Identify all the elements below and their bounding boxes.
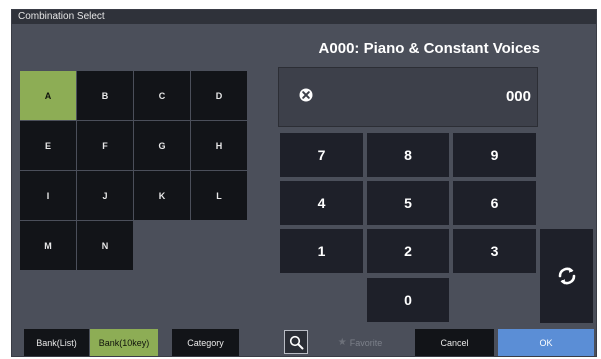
favorite-label: Favorite (349, 337, 383, 348)
bank-button-n[interactable]: N (77, 221, 133, 270)
bank-button-c[interactable]: C (134, 71, 190, 120)
search-button[interactable] (284, 330, 308, 354)
key-2[interactable]: 2 (367, 229, 449, 273)
bank-button-a[interactable]: A (20, 71, 76, 120)
key-9[interactable]: 9 (453, 133, 536, 177)
bank-button-b[interactable]: B (77, 71, 133, 120)
bank-button-g[interactable]: G (134, 121, 190, 170)
cancel-button[interactable]: Cancel (415, 329, 494, 356)
ok-button[interactable]: OK (498, 329, 594, 356)
bank-button-m[interactable]: M (20, 221, 76, 270)
star-icon: ★ (337, 337, 347, 348)
category-button[interactable]: Category (172, 329, 239, 356)
bank-button-j[interactable]: J (77, 171, 133, 220)
combination-number: 000 (505, 88, 531, 105)
bank-button-f[interactable]: F (77, 121, 133, 170)
dialog-title: Combination Select (12, 10, 596, 24)
key-1[interactable]: 1 (280, 229, 363, 273)
key-8[interactable]: 8 (367, 133, 449, 177)
bank-10key-button[interactable]: Bank(10key) (90, 329, 158, 356)
combination-select-dialog: Combination Select A000: Piano & Constan… (11, 9, 597, 357)
key-6[interactable]: 6 (453, 181, 536, 225)
bank-button-i[interactable]: I (20, 171, 76, 220)
bank-list-button[interactable]: Bank(List) (24, 329, 89, 356)
combination-name: A000: Piano & Constant Voices (318, 40, 540, 57)
refresh-icon (558, 267, 575, 285)
bank-button-k[interactable]: K (134, 171, 190, 220)
bank-button-l[interactable]: L (191, 171, 247, 220)
key-5[interactable]: 5 (367, 181, 449, 225)
favorite-button[interactable]: ★ Favorite (330, 329, 390, 356)
bank-button-d[interactable]: D (191, 71, 247, 120)
bank-button-e[interactable]: E (20, 121, 76, 170)
key-4[interactable]: 4 (280, 181, 363, 225)
refresh-button[interactable] (540, 229, 593, 323)
search-icon (289, 335, 303, 349)
bank-button-h[interactable]: H (191, 121, 247, 170)
clear-icon[interactable] (299, 88, 313, 102)
bank-grid: A B C D E F G H I J K L M N (20, 71, 249, 271)
number-display: 000 (278, 67, 538, 127)
key-0[interactable]: 0 (367, 278, 449, 322)
key-3[interactable]: 3 (453, 229, 536, 273)
key-7[interactable]: 7 (280, 133, 363, 177)
